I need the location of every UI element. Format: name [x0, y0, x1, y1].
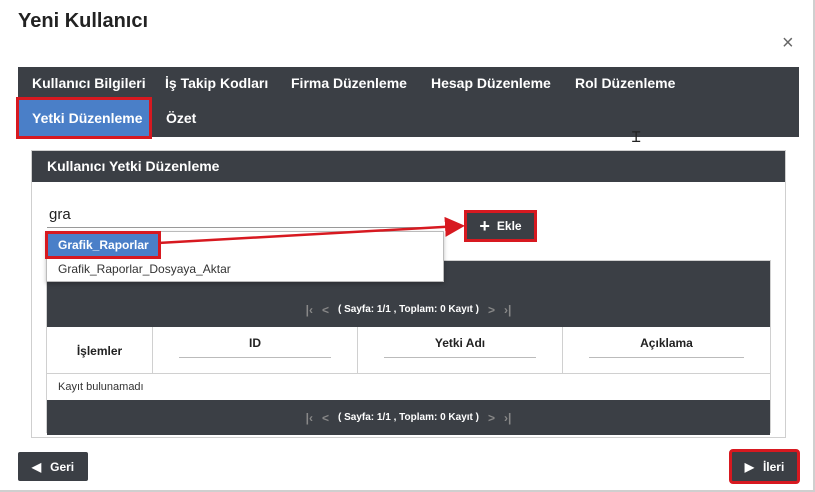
add-button-label: Ekle [496, 219, 522, 233]
tab-job-codes[interactable]: İş Takip Kodları [151, 67, 282, 100]
column-headers: İşlemler ID Yetki Adı Açıklama [47, 327, 770, 374]
pager-status: ( Sayfa: 1/1 , Toplam: 0 Kayıt ) [338, 412, 479, 423]
suggestion-item[interactable]: Grafik_Raporlar_Dosyaya_Aktar [47, 257, 443, 281]
permission-name-filter-input[interactable] [384, 357, 536, 358]
description-filter-input[interactable] [589, 357, 744, 358]
suggestion-dropdown: Grafik_Raporlar Grafik_Raporlar_Dosyaya_… [45, 231, 444, 282]
next-button[interactable]: ▶ İleri [729, 449, 800, 484]
tab-summary[interactable]: Özet [152, 99, 210, 137]
col-description: Açıklama [563, 327, 770, 373]
permission-grid: |‹ < ( Sayfa: 1/1 , Toplam: 0 Kayıt ) > … [46, 260, 771, 435]
tab-user-info[interactable]: Kullanıcı Bilgileri [18, 67, 160, 100]
pager-top: |‹ < ( Sayfa: 1/1 , Toplam: 0 Kayıt ) > … [47, 292, 770, 327]
next-button-label: İleri [762, 459, 785, 474]
plus-icon: + [479, 216, 490, 236]
right-arrow-icon: ▶ [744, 459, 754, 474]
first-page-icon[interactable]: |‹ [306, 303, 313, 317]
tab-bar: Kullanıcı Bilgileri İş Takip Kodları Fir… [16, 67, 799, 139]
col-id: ID [153, 327, 358, 373]
dialog-title: Yeni Kullanıcı [18, 10, 149, 32]
suggestion-item[interactable]: Grafik_Raporlar [45, 231, 161, 259]
id-filter-input[interactable] [179, 357, 331, 358]
prev-page-icon[interactable]: < [322, 411, 329, 425]
prev-page-icon[interactable]: < [322, 303, 329, 317]
panel-title: Kullanıcı Yetki Düzenleme [32, 151, 785, 182]
text-cursor-icon: Ɪ [632, 129, 641, 146]
last-page-icon[interactable]: ›| [504, 411, 511, 425]
back-button-label: Geri [50, 459, 75, 474]
col-permission-name: Yetki Adı [358, 327, 563, 373]
next-page-icon[interactable]: > [488, 411, 495, 425]
tab-account-edit[interactable]: Hesap Düzenleme [417, 67, 565, 100]
col-actions: İşlemler [47, 327, 153, 373]
close-icon[interactable]: × [782, 31, 794, 55]
next-page-icon[interactable]: > [488, 303, 495, 317]
tab-permission-edit[interactable]: Yetki Düzenleme [16, 97, 152, 139]
permission-search-input[interactable] [47, 202, 443, 228]
last-page-icon[interactable]: ›| [504, 303, 511, 317]
add-button[interactable]: + Ekle [464, 210, 537, 242]
pager-status: ( Sayfa: 1/1 , Toplam: 0 Kayıt ) [338, 304, 479, 315]
empty-message: Kayıt bulunamadı [58, 381, 144, 393]
new-user-dialog: Yeni Kullanıcı × Kullanıcı Bilgileri İş … [0, 0, 815, 492]
tab-company-edit[interactable]: Firma Düzenleme [277, 67, 421, 100]
tab-role-edit[interactable]: Rol Düzenleme [561, 67, 689, 100]
first-page-icon[interactable]: |‹ [306, 411, 313, 425]
back-button[interactable]: ◀ Geri [18, 452, 88, 481]
left-arrow-icon: ◀ [31, 459, 42, 474]
pager-bottom: |‹ < ( Sayfa: 1/1 , Toplam: 0 Kayıt ) > … [47, 400, 770, 435]
